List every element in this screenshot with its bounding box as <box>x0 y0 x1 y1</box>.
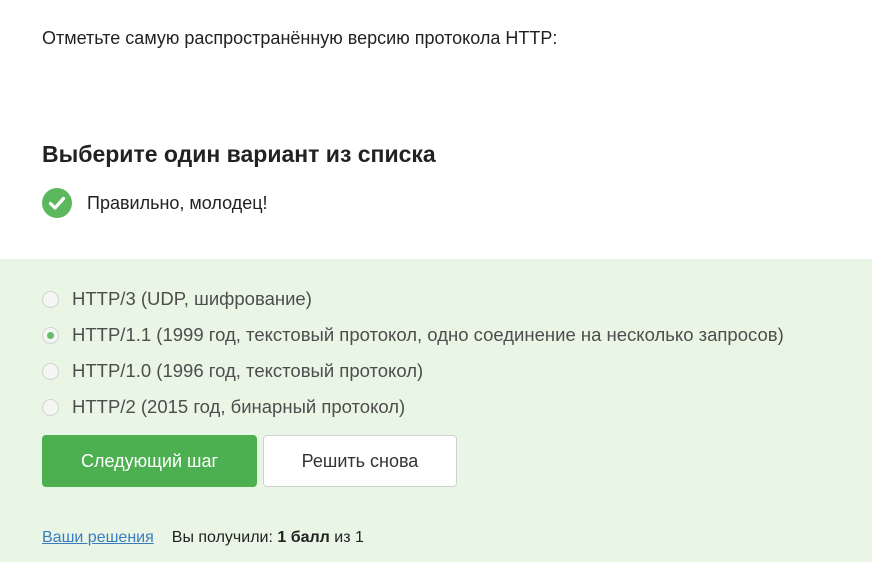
option-label: HTTP/2 (2015 год, бинарный протокол) <box>72 396 406 417</box>
score-text: Вы получили: 1 балл из 1 <box>172 528 364 548</box>
radio-button-selected[interactable] <box>42 326 59 344</box>
option-label: HTTP/1.1 (1999 год, текстовый протокол, … <box>72 324 784 345</box>
solve-again-button[interactable]: Решить снова <box>263 435 457 487</box>
question-text: Отметьте самую распространённую версию п… <box>42 28 558 48</box>
score-value: 1 балл <box>277 529 330 546</box>
radio-button[interactable] <box>42 362 59 380</box>
check-circle-icon <box>42 188 72 218</box>
option-http3[interactable]: HTTP/3 (UDP, шифрование) <box>42 281 784 317</box>
score-suffix: из 1 <box>334 529 364 546</box>
radio-button[interactable] <box>42 290 59 308</box>
feedback: Правильно, молодец! <box>42 188 268 218</box>
next-step-button[interactable]: Следующий шаг <box>42 435 257 487</box>
option-http1-0[interactable]: HTTP/1.0 (1996 год, текстовый протокол) <box>42 353 784 389</box>
answer-panel: HTTP/3 (UDP, шифрование) HTTP/1.1 (1999 … <box>0 259 872 562</box>
option-http1-1[interactable]: HTTP/1.1 (1999 год, текстовый протокол, … <box>42 317 784 353</box>
choose-title: Выберите один вариант из списка <box>42 141 436 167</box>
option-label: HTTP/1.0 (1996 год, текстовый протокол) <box>72 360 424 381</box>
feedback-text: Правильно, молодец! <box>87 192 268 213</box>
your-solutions-link[interactable]: Ваши решения <box>42 528 154 548</box>
option-http2[interactable]: HTTP/2 (2015 год, бинарный протокол) <box>42 389 784 425</box>
footer: Ваши решения Вы получили: 1 балл из 1 <box>42 528 364 548</box>
radio-button[interactable] <box>42 398 59 416</box>
score-prefix: Вы получили: <box>171 529 273 546</box>
option-label: HTTP/3 (UDP, шифрование) <box>72 288 312 309</box>
options-list: HTTP/3 (UDP, шифрование) HTTP/1.1 (1999 … <box>42 281 784 425</box>
